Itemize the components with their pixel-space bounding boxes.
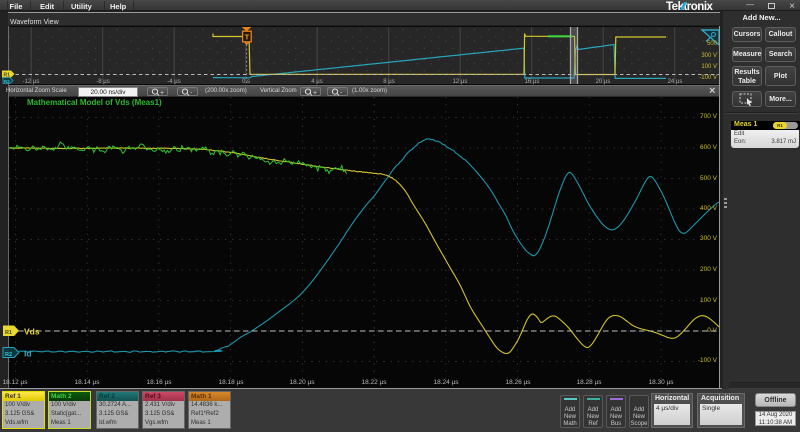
svg-text:+: +	[160, 90, 164, 96]
svg-text:+: +	[313, 90, 317, 96]
svg-text:T: T	[245, 33, 250, 42]
svg-text:R2: R2	[5, 352, 12, 358]
svg-text:-: -	[190, 90, 193, 96]
svg-text:-: -	[340, 90, 343, 96]
svg-text:Vds: Vds	[24, 327, 40, 337]
svg-text:Id: Id	[24, 349, 32, 359]
svg-text:R1: R1	[5, 330, 12, 336]
svg-text:R2: R2	[4, 79, 10, 84]
